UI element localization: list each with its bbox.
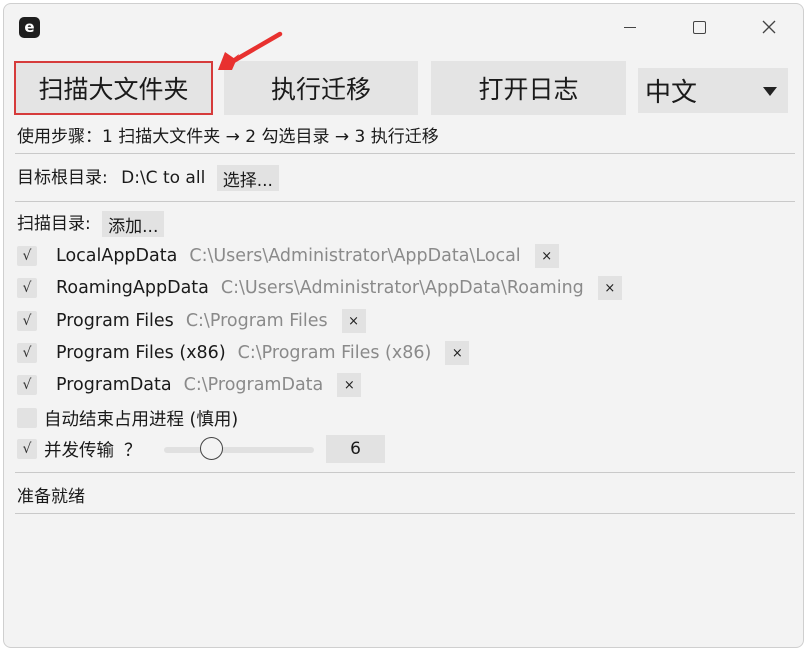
- app-window: e 扫描大文件夹 执行迁移 打开日志 中文 使用步骤：1 扫描大文件夹 → 2 …: [3, 3, 804, 648]
- dir-row-localappdata: √ LocalAppData C:\Users\Administrator\Ap…: [17, 243, 559, 269]
- close-icon: [762, 20, 776, 34]
- minimize-button[interactable]: [607, 12, 653, 42]
- minimize-icon: [624, 26, 636, 28]
- check-icon: √: [22, 441, 32, 457]
- status-text: 准备就绪: [17, 487, 85, 507]
- maximize-button[interactable]: [676, 12, 722, 42]
- dir-row-roamingappdata: √ RoamingAppData C:\Users\Administrator\…: [17, 275, 622, 301]
- close-icon: ×: [343, 377, 355, 393]
- dir-checkbox[interactable]: √: [17, 311, 37, 331]
- concurrent-checkbox[interactable]: √: [17, 439, 37, 459]
- target-root-row: 目标根目录: D:\C to all 选择...: [17, 163, 279, 191]
- scan-dirs-row: 扫描目录: 添加...: [17, 209, 165, 237]
- dir-checkbox[interactable]: √: [17, 343, 37, 363]
- concurrency-value-box[interactable]: 6: [326, 435, 385, 463]
- concurrent-label: 并发传输: [44, 440, 114, 461]
- concurrency-value: 6: [350, 439, 361, 459]
- check-icon: √: [22, 248, 32, 264]
- title-bar[interactable]: e: [4, 4, 803, 48]
- dir-name: RoamingAppData: [56, 278, 209, 298]
- choose-target-button[interactable]: 选择...: [216, 165, 279, 191]
- auto-kill-checkbox[interactable]: [17, 408, 37, 428]
- close-button[interactable]: [746, 12, 792, 42]
- dir-row-program-files: √ Program Files C:\Program Files ×: [17, 308, 366, 334]
- concurrent-row: √ 并发传输 ？: [17, 436, 142, 462]
- app-icon: e: [19, 17, 40, 38]
- remove-dir-button[interactable]: ×: [534, 244, 559, 268]
- divider: [15, 513, 795, 514]
- dir-path: C:\Users\Administrator\AppData\Roaming: [220, 278, 584, 298]
- dir-row-program-files-x86: √ Program Files (x86) C:\Program Files (…: [17, 340, 470, 366]
- divider: [15, 201, 795, 202]
- concurrency-slider-thumb[interactable]: [200, 437, 223, 460]
- dir-row-programdata: √ ProgramData C:\ProgramData ×: [17, 372, 362, 398]
- chevron-down-icon: [763, 87, 777, 96]
- dir-path: C:\Users\Administrator\AppData\Local: [189, 246, 521, 266]
- scan-dirs-label: 扫描目录:: [17, 214, 91, 234]
- help-icon[interactable]: ？: [124, 437, 142, 462]
- dir-path: C:\Program Files (x86): [237, 343, 432, 363]
- close-icon: ×: [604, 280, 616, 296]
- usage-steps-text: 使用步骤：1 扫描大文件夹 → 2 勾选目录 → 3 执行迁移: [17, 127, 439, 147]
- divider: [15, 153, 795, 154]
- remove-dir-button[interactable]: ×: [597, 276, 622, 300]
- target-root-label: 目标根目录:: [17, 168, 108, 188]
- annotation-arrow-icon: [218, 31, 283, 70]
- dir-name: Program Files: [56, 311, 174, 331]
- remove-dir-button[interactable]: ×: [337, 373, 362, 397]
- dir-path: C:\ProgramData: [183, 375, 324, 395]
- auto-kill-row: 自动结束占用进程 (慎用): [17, 405, 238, 431]
- dir-name: LocalAppData: [56, 246, 178, 266]
- auto-kill-label: 自动结束占用进程 (慎用): [44, 409, 239, 430]
- language-value: 中文: [645, 78, 698, 108]
- check-icon: √: [22, 313, 32, 329]
- dir-checkbox[interactable]: √: [17, 278, 37, 298]
- language-select[interactable]: 中文: [638, 68, 788, 113]
- dir-name: Program Files (x86): [56, 343, 226, 363]
- check-icon: √: [22, 345, 32, 361]
- dir-checkbox[interactable]: √: [17, 375, 37, 395]
- close-icon: ×: [451, 345, 463, 361]
- dir-name: ProgramData: [56, 375, 172, 395]
- target-root-value: D:\C to all: [121, 168, 206, 188]
- dir-path: C:\Program Files: [185, 311, 328, 331]
- maximize-icon: [692, 20, 706, 34]
- dir-checkbox[interactable]: √: [17, 246, 37, 266]
- remove-dir-button[interactable]: ×: [445, 341, 470, 365]
- close-icon: ×: [348, 313, 360, 329]
- check-icon: √: [22, 377, 32, 393]
- concurrency-slider-track[interactable]: [164, 447, 314, 453]
- remove-dir-button[interactable]: ×: [341, 309, 366, 333]
- check-icon: √: [22, 280, 32, 296]
- add-dir-button[interactable]: 添加...: [102, 211, 165, 237]
- open-log-button[interactable]: 打开日志: [431, 61, 626, 115]
- scan-large-folders-button[interactable]: 扫描大文件夹: [14, 61, 213, 115]
- close-icon: ×: [541, 248, 553, 264]
- divider: [15, 472, 795, 473]
